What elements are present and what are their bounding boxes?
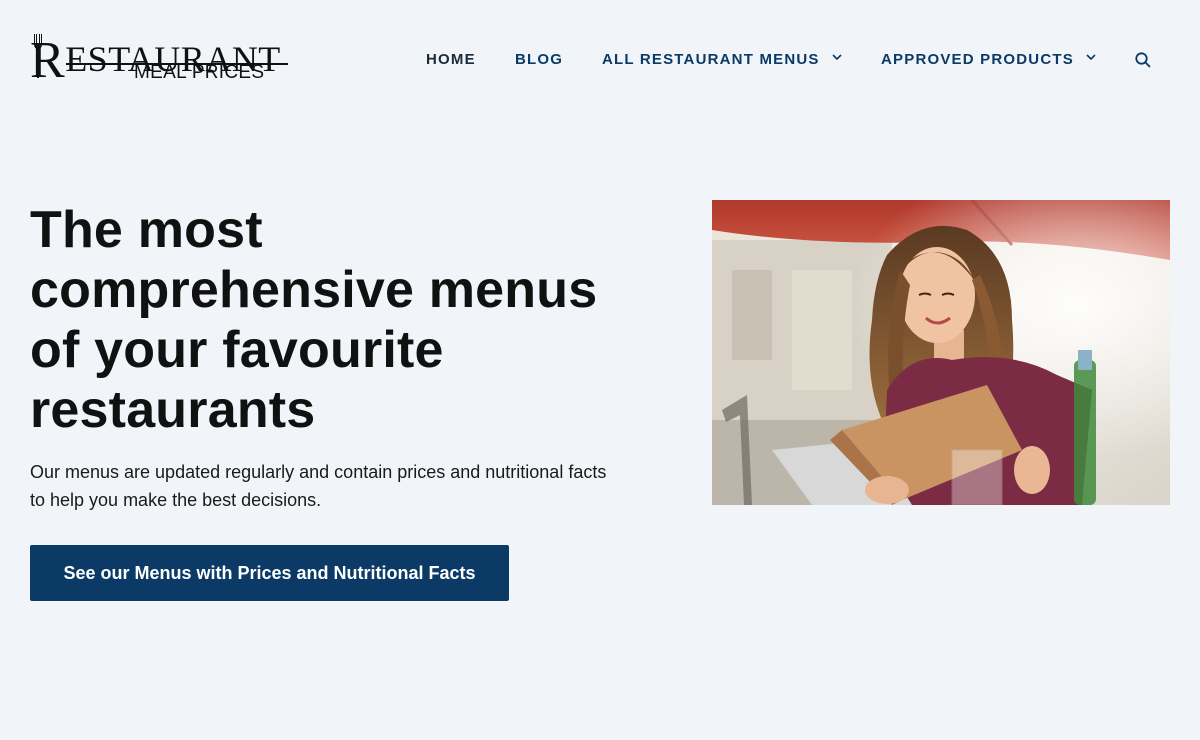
nav-all-restaurant-menus[interactable]: ALL RESTAURANT MENUS: [602, 48, 842, 72]
nav-approved-products[interactable]: APPROVED PRODUCTS: [881, 48, 1096, 72]
nav-blog-label: BLOG: [515, 51, 564, 68]
site-header: RESTAURANT MEAL PRICES HOME BLOG ALL RES…: [0, 0, 1200, 120]
nav-home[interactable]: HOME: [426, 48, 476, 72]
nav-all-restaurant-menus-label: ALL RESTAURANT MENUS: [602, 51, 820, 68]
hero-photo-woman-reading-menu: [712, 200, 1170, 505]
search-icon[interactable]: [1134, 51, 1152, 69]
see-menus-button[interactable]: See our Menus with Prices and Nutritiona…: [30, 545, 509, 601]
nav-approved-products-label: APPROVED PRODUCTS: [881, 51, 1074, 68]
hero-subtitle: Our menus are updated regularly and cont…: [30, 462, 607, 510]
hero-photo-illustration: [712, 200, 1170, 505]
hero-title: The most comprehensive menus of your fav…: [30, 201, 598, 439]
chevron-down-icon: [832, 54, 842, 61]
nav-home-label: HOME: [426, 51, 476, 68]
nav-blog[interactable]: BLOG: [515, 48, 563, 72]
main-nav: HOME BLOG ALL RESTAURANT MENUS APPROVED …: [0, 48, 1200, 72]
chevron-down-icon: [1086, 54, 1096, 61]
